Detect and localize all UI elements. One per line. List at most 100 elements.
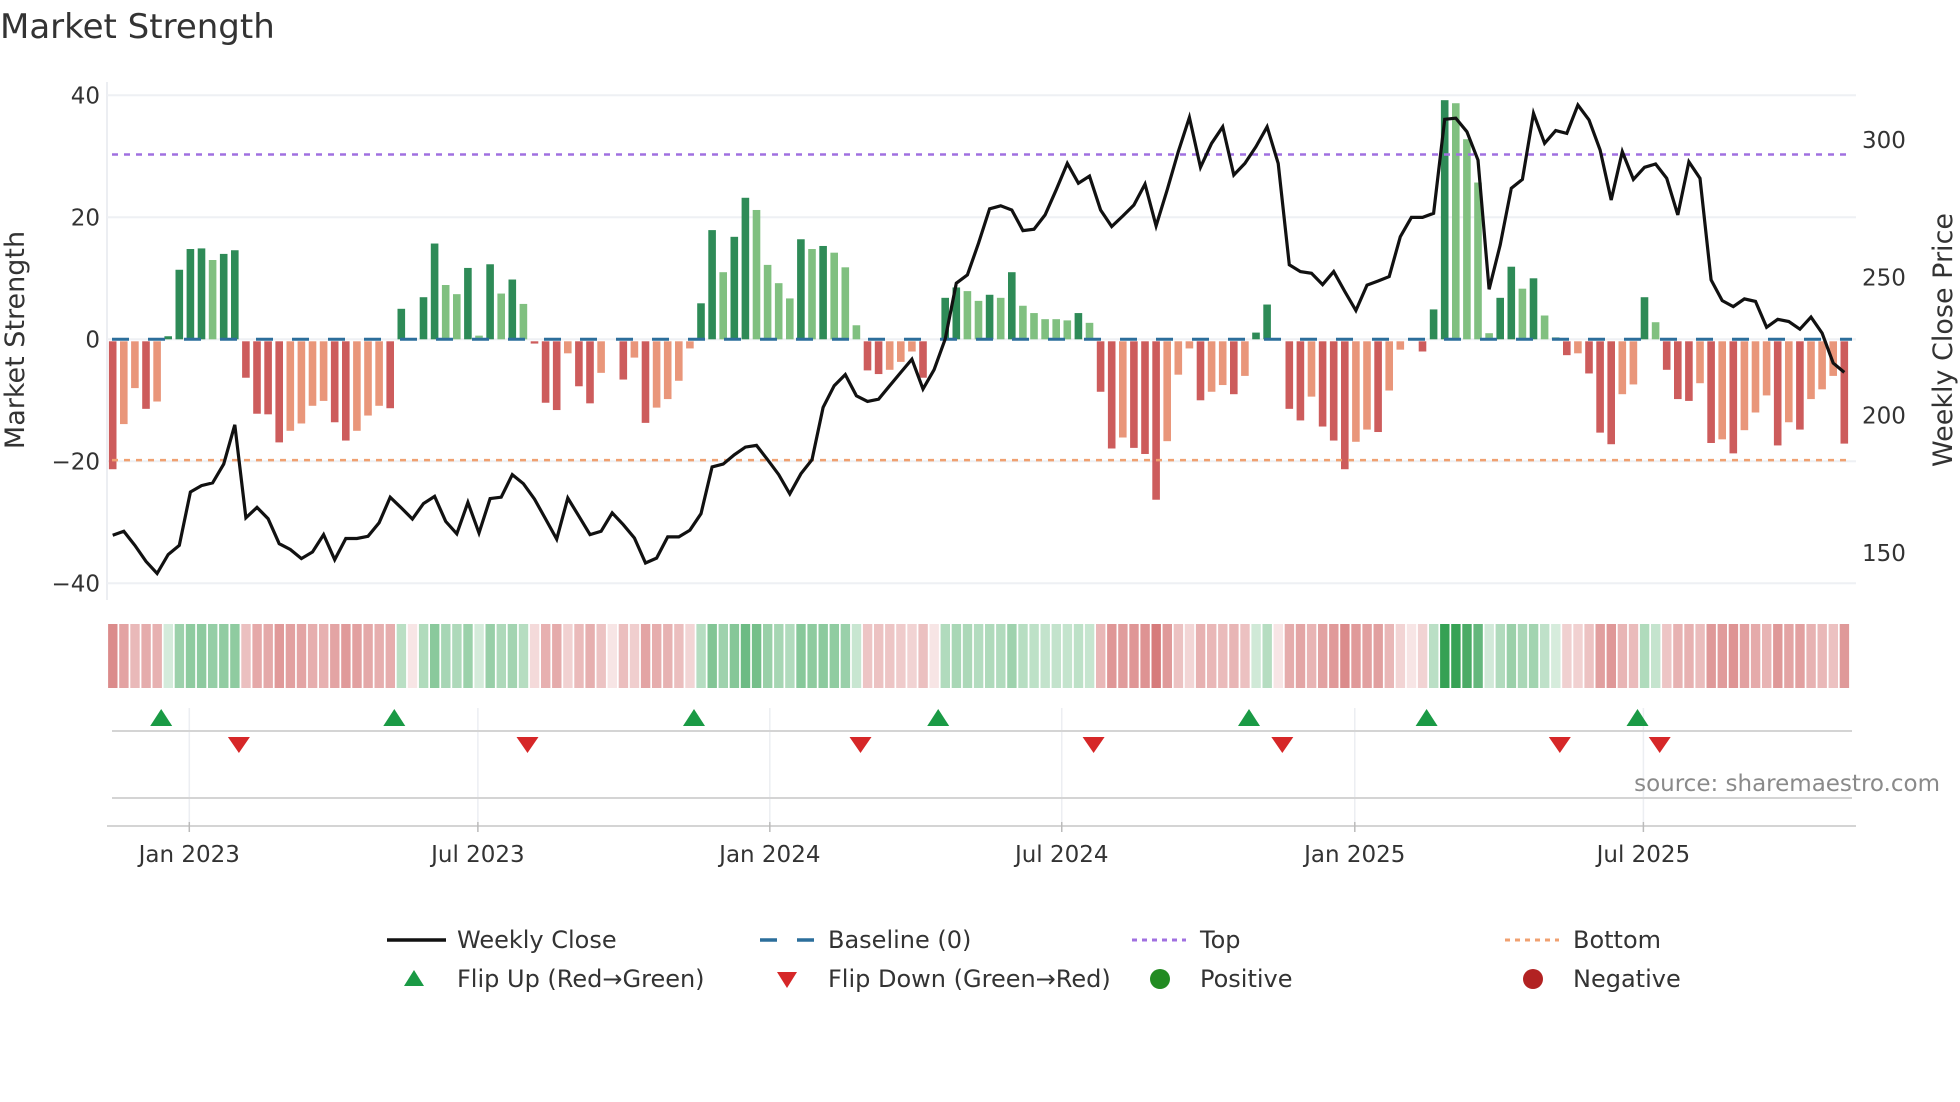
- strength-strip-cell: [363, 624, 373, 688]
- negative-strength-bar: [264, 341, 272, 415]
- strength-strip-cell: [518, 624, 529, 688]
- flip-up-marker: [383, 709, 406, 726]
- positive-strength-bar: [1529, 278, 1538, 340]
- strength-strip-cell: [463, 624, 473, 688]
- negative-strength-bar: [330, 341, 339, 423]
- strength-strip-cell: [1762, 624, 1772, 688]
- positive-strength-bar: [1540, 315, 1549, 340]
- negative-strength-bar: [1363, 341, 1371, 430]
- strength-strip-cell: [529, 624, 540, 688]
- positive-strength-bar: [441, 285, 450, 340]
- strength-strip-cell: [1173, 624, 1184, 688]
- strength-strip-cell: [1484, 624, 1494, 688]
- gridlines: [106, 82, 1856, 600]
- negative-strength-bar: [1596, 341, 1604, 433]
- negative-strength-bar: [1307, 341, 1316, 397]
- strength-strip-cell: [1295, 624, 1306, 688]
- strength-strip-cell: [663, 624, 673, 688]
- positive-strength-bar: [464, 267, 472, 340]
- positive-strength-bar: [808, 249, 816, 340]
- positive-strength-bar: [786, 298, 794, 340]
- positive-strength-bar: [1429, 309, 1438, 340]
- positive-strength-bar: [996, 297, 1005, 340]
- negative-strength-bar: [342, 341, 350, 441]
- flip-up-marker: [150, 709, 173, 726]
- positive-strength-bar: [1252, 332, 1260, 340]
- positive-dot-icon: [1150, 969, 1170, 989]
- strength-strip-cell: [274, 624, 284, 688]
- positive-strength-bar: [1041, 319, 1049, 340]
- x-tick-label: Jul 2025: [1595, 842, 1691, 868]
- strength-strip-cell: [796, 624, 806, 688]
- flip-up-icon: [404, 970, 424, 986]
- strength-strip-cell: [1817, 624, 1827, 688]
- positive-strength-bar: [1019, 305, 1027, 340]
- strength-strip-cell: [430, 624, 440, 688]
- y2-tick-label: 300: [1862, 128, 1906, 154]
- negative-strength-bar: [1318, 341, 1327, 427]
- strength-strip-cell: [319, 624, 329, 688]
- positive-strength-bar: [1085, 322, 1094, 340]
- negative-strength-bar: [1174, 341, 1183, 375]
- negative-strength-bar: [386, 341, 394, 409]
- positive-strength-bar: [974, 300, 983, 340]
- strength-strip-cell: [374, 624, 384, 688]
- strength-strip-cell: [1007, 624, 1017, 688]
- strength-strip-cell: [607, 624, 617, 688]
- negative-strength-bar: [1696, 341, 1704, 384]
- strength-strip-cell: [341, 624, 351, 688]
- flip-down-marker: [516, 737, 539, 753]
- negative-strength-bar: [275, 341, 283, 443]
- strength-strip-cell: [1373, 624, 1383, 688]
- negative-strength-bar: [641, 341, 650, 423]
- strength-strip-cell: [1162, 624, 1172, 688]
- strength-strip-cell: [1129, 624, 1139, 688]
- negative-strength-bar: [1618, 341, 1627, 395]
- x-axis-ticks: Jan 2023 Jul 2023 Jan 2024 Jul 2024 Jan 2025…: [137, 822, 1691, 868]
- legend-positive: Positive: [1200, 965, 1293, 993]
- strength-strip-cell: [474, 624, 484, 688]
- y2-tick-label: 200: [1862, 403, 1906, 429]
- strength-strip-cell: [1073, 624, 1084, 688]
- strength-strip-cell: [174, 624, 185, 688]
- flip-up-marker: [927, 709, 950, 726]
- negative-strength-bar: [1685, 341, 1693, 401]
- legend-negative: Negative: [1573, 965, 1681, 993]
- positive-strength-bar: [819, 245, 827, 340]
- negative-strength-bar: [1718, 341, 1726, 440]
- x-tick-label: Jul 2023: [429, 842, 525, 868]
- strength-strip-cell: [263, 624, 273, 688]
- legend-bottom: Bottom: [1573, 926, 1661, 954]
- positive-strength-bar: [708, 230, 716, 340]
- negative-strength-bar: [1563, 341, 1571, 356]
- strength-strip-cell: [1362, 624, 1372, 688]
- negative-strength-bar: [1119, 341, 1127, 438]
- positive-strength-bar: [453, 294, 461, 340]
- negative-strength-bar: [1096, 341, 1105, 392]
- positive-strength-bar: [1507, 266, 1516, 340]
- strength-bars: [108, 100, 1849, 500]
- negative-strength-bar: [1385, 341, 1393, 391]
- negative-dot-icon: [1523, 969, 1543, 989]
- strength-strip-cell: [629, 624, 640, 688]
- strength-strip-cell: [1462, 624, 1472, 688]
- strength-strip-cell: [285, 624, 296, 688]
- strength-strip-cell: [696, 624, 706, 688]
- negative-strength-bar: [630, 341, 639, 358]
- strength-strip-cell: [541, 624, 551, 688]
- strength-strip-cell: [396, 624, 407, 688]
- strength-strip-cell: [485, 624, 495, 688]
- source-annotation: source: sharemaestro.com: [1634, 771, 1940, 797]
- negative-strength-bar: [1574, 341, 1582, 354]
- strength-strip-cell: [1440, 624, 1450, 688]
- strength-strip-cell: [1673, 624, 1683, 688]
- flip-down-marker: [1648, 737, 1671, 753]
- strength-strip-cell: [330, 624, 340, 688]
- strength-strip-cell: [108, 624, 118, 688]
- negative-strength-bar: [1785, 341, 1793, 423]
- positive-strength-bar: [1008, 272, 1016, 340]
- negative-strength-bar: [1341, 341, 1349, 470]
- strength-strip-cell: [896, 624, 906, 688]
- strength-strip-cell: [1384, 624, 1394, 688]
- positive-strength-bar: [730, 236, 739, 340]
